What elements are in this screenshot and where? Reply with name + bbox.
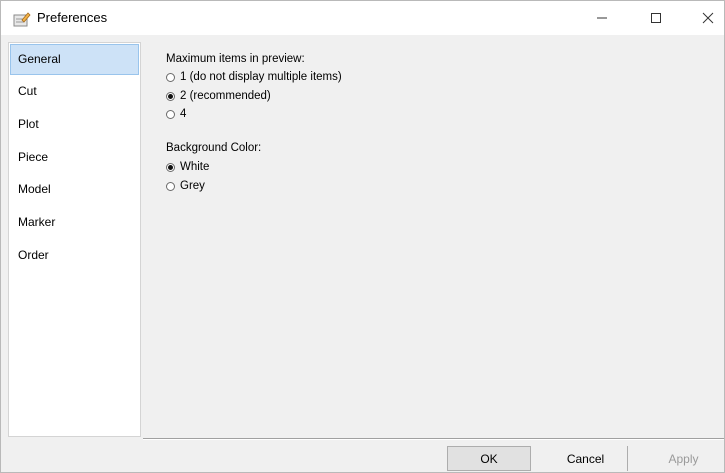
close-icon xyxy=(702,12,714,24)
preview-items-label: Maximum items in preview: xyxy=(166,53,305,65)
sidebar-item-piece[interactable]: Piece xyxy=(10,142,139,173)
cancel-button[interactable]: Cancel xyxy=(544,446,628,471)
sidebar-item-general[interactable]: General xyxy=(10,44,139,75)
maximize-button[interactable] xyxy=(633,1,679,35)
preferences-category-list[interactable]: General Cut Plot Piece Model Marker Orde… xyxy=(8,42,141,437)
button-bar-divider-highlight xyxy=(143,439,724,440)
sidebar-item-order[interactable]: Order xyxy=(10,240,139,271)
radio-button[interactable] xyxy=(166,91,175,101)
radio-label: 1 (do not display multiple items) xyxy=(180,71,342,83)
preview-option-4[interactable]: 4 xyxy=(166,108,186,120)
sidebar-item-model[interactable]: Model xyxy=(10,174,139,205)
background-color-label: Background Color: xyxy=(166,142,262,154)
preferences-app-icon xyxy=(13,11,31,27)
ok-button[interactable]: OK xyxy=(447,446,531,471)
preview-option-1[interactable]: 1 (do not display multiple items) xyxy=(166,71,342,83)
close-button[interactable] xyxy=(685,1,725,35)
window-title: Preferences xyxy=(37,10,108,25)
apply-button[interactable]: Apply xyxy=(643,446,724,471)
radio-label: White xyxy=(180,161,210,173)
background-option-grey[interactable]: Grey xyxy=(166,180,205,192)
minimize-icon xyxy=(597,17,607,19)
radio-button[interactable] xyxy=(166,162,175,172)
title-bar[interactable]: Preferences xyxy=(1,1,724,35)
maximize-icon xyxy=(651,13,661,23)
sidebar-item-marker[interactable]: Marker xyxy=(10,207,139,238)
preferences-window: Preferences General Cut Plot Piece Model… xyxy=(0,0,725,473)
minimize-button[interactable] xyxy=(579,1,625,35)
radio-label: 4 xyxy=(180,108,187,120)
sidebar-item-plot[interactable]: Plot xyxy=(10,109,139,140)
radio-button[interactable] xyxy=(166,181,175,191)
sidebar-item-cut[interactable]: Cut xyxy=(10,76,139,107)
preview-option-2[interactable]: 2 (recommended) xyxy=(166,90,271,102)
radio-label: 2 (recommended) xyxy=(180,90,271,102)
background-option-white[interactable]: White xyxy=(166,161,209,173)
radio-label: Grey xyxy=(180,180,205,192)
radio-button[interactable] xyxy=(166,109,175,119)
radio-button[interactable] xyxy=(166,72,175,82)
